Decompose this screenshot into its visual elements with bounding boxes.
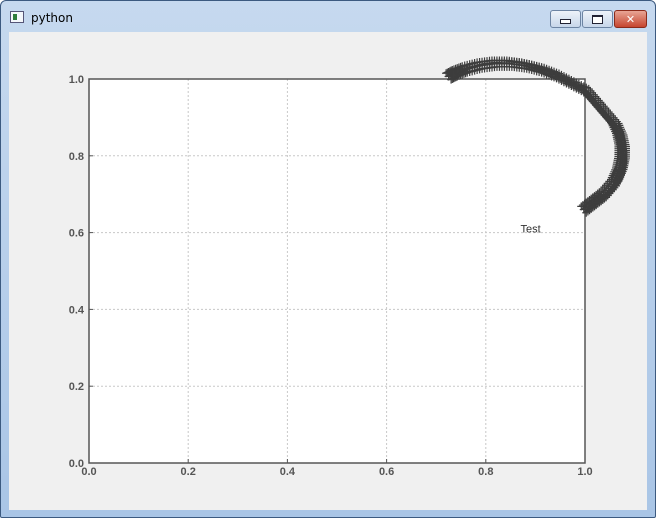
window-title: python — [31, 11, 73, 25]
x-tick-label: 0.8 — [478, 466, 493, 478]
x-tick-label: 0.2 — [181, 466, 196, 478]
figure: 0.0 0.2 0.4 0.6 0.8 1.0 0.0 0.2 0.4 0.6 0.8 1.0 Test — [9, 32, 647, 510]
maximize-button[interactable] — [582, 10, 613, 28]
y-tick-label: 0.4 — [69, 304, 85, 316]
maximize-icon — [592, 14, 603, 24]
y-tick-label: 0.6 — [69, 228, 84, 240]
close-button[interactable]: ✕ — [614, 10, 647, 28]
figure-canvas-area: 0.0 0.2 0.4 0.6 0.8 1.0 0.0 0.2 0.4 0.6 0.8 1.0 Test — [9, 32, 647, 510]
x-tick-label: 1.0 — [577, 466, 592, 478]
close-icon: ✕ — [625, 12, 636, 26]
minimize-button[interactable] — [550, 10, 581, 28]
title-bar[interactable]: python ✕ — [1, 1, 655, 31]
plot-svg: 0.0 0.2 0.4 0.6 0.8 1.00.00.20.40.60.81.0Test — [69, 56, 630, 478]
x-tick-label: 0.4 — [280, 466, 296, 478]
x-tick-label: 0.6 — [379, 466, 394, 478]
python-app-icon — [10, 11, 24, 23]
y-tick-label: 0.8 — [69, 151, 84, 163]
minimize-icon — [560, 18, 571, 24]
app-window: python ✕ 0.0 0.2 0.4 0.6 0.8 1.0 0.0 0.2 0.4 0.6 0… — [0, 0, 656, 518]
y-tick-label: 1.0 — [69, 74, 84, 86]
annotation-text: Test — [521, 224, 541, 236]
y-tick-label: 0.0 — [69, 458, 84, 470]
plot-area — [89, 79, 585, 463]
y-tick-label: 0.2 — [69, 381, 84, 393]
